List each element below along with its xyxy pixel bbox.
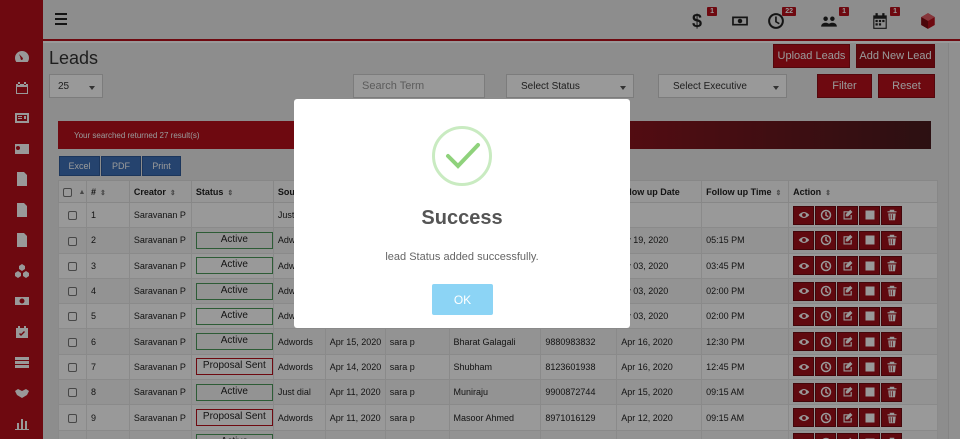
modal-message: lead Status added successfully. <box>385 251 539 263</box>
success-modal: Success lead Status added successfully. … <box>294 99 630 328</box>
app: $ 1 22 1 1 Leads Upload Leads Add New Le… <box>0 0 960 439</box>
modal-title: Success <box>421 207 503 229</box>
ok-button[interactable]: OK <box>432 284 493 315</box>
success-check-icon <box>432 126 492 186</box>
